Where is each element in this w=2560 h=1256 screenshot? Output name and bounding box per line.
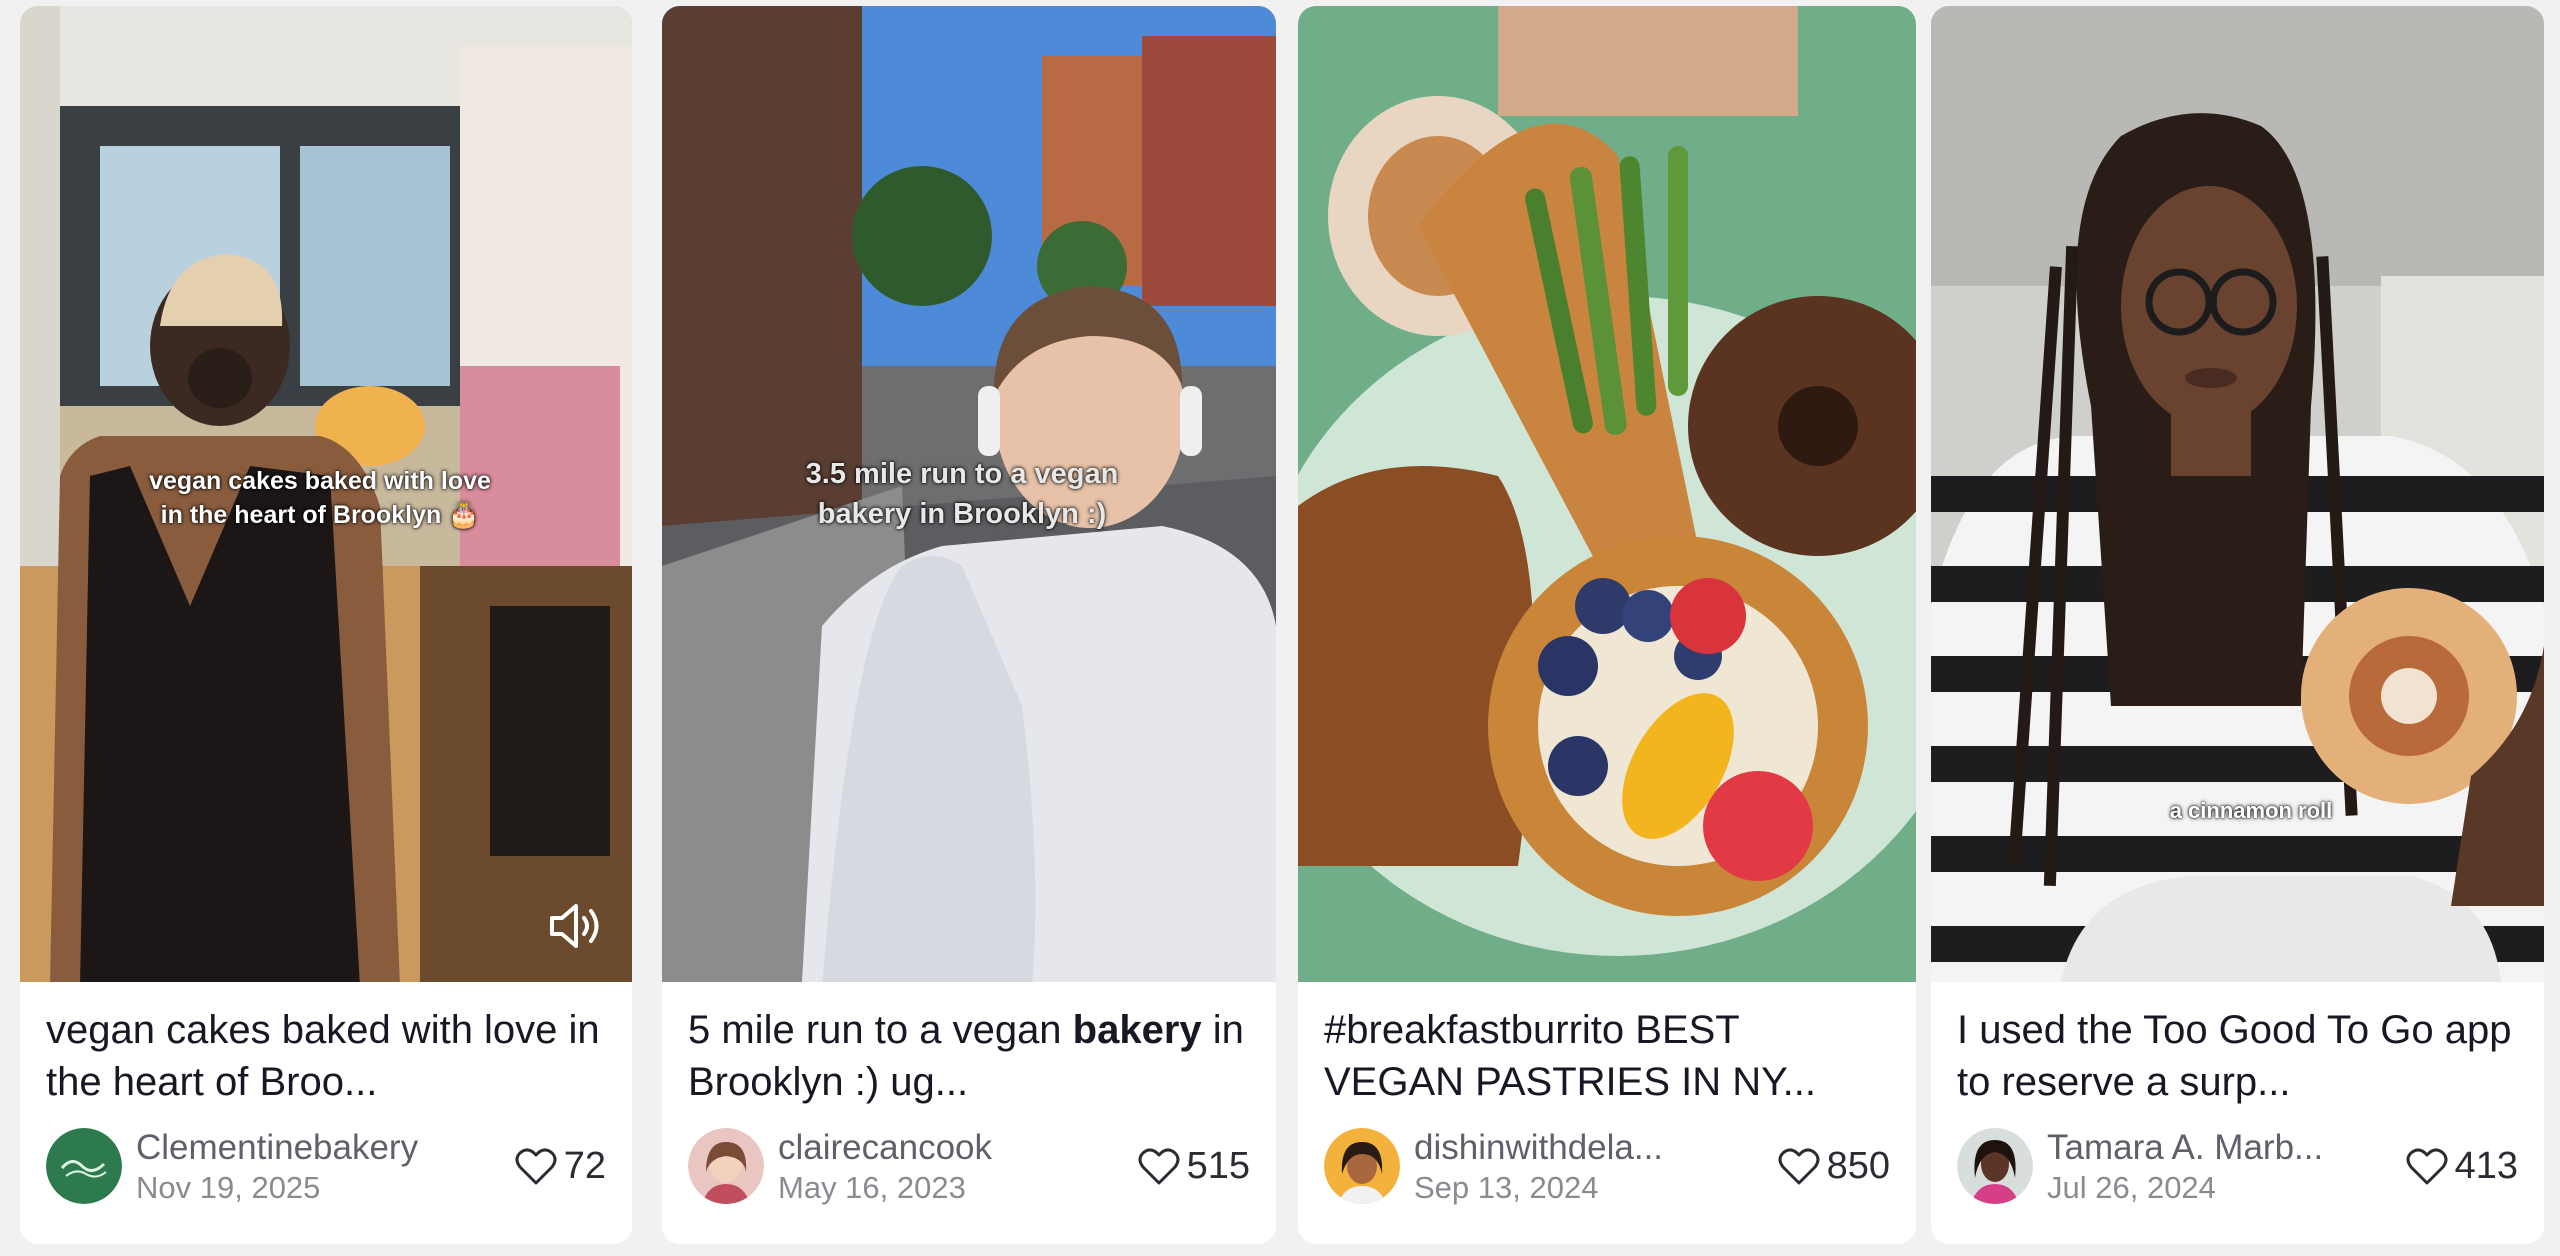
- like-count[interactable]: 72: [514, 1142, 606, 1190]
- like-count[interactable]: 413: [2405, 1142, 2518, 1190]
- caption-overlay: vegan cakes baked with love in the heart…: [149, 467, 491, 529]
- like-count[interactable]: 850: [1777, 1142, 1890, 1190]
- like-count-value: 850: [1826, 1144, 1890, 1187]
- heart-icon[interactable]: [2405, 1145, 2449, 1187]
- video-title[interactable]: 5 mile run to a vegan bakery in Brooklyn…: [688, 1004, 1250, 1108]
- video-thumbnail[interactable]: a cinnamon roll: [1931, 6, 2544, 982]
- video-thumbnail[interactable]: vegan cakes baked with love in the heart…: [20, 6, 632, 982]
- video-title[interactable]: #breakfastburrito BEST VEGAN PASTRIES IN…: [1324, 1004, 1890, 1108]
- like-count-value: 413: [2454, 1144, 2518, 1187]
- avatar[interactable]: [688, 1128, 764, 1204]
- video-title[interactable]: I used the Too Good To Go app to reserve…: [1957, 1004, 2518, 1108]
- video-thumbnail[interactable]: 3.5 mile run to a vegan bakery in Brookl…: [662, 6, 1276, 982]
- post-date: Nov 19, 2025: [136, 1170, 321, 1205]
- author-name[interactable]: Tamara A. Marb...: [2047, 1128, 2377, 1168]
- video-card[interactable]: #breakfastburrito BEST VEGAN PASTRIES IN…: [1298, 6, 1916, 1244]
- speaker-icon[interactable]: [546, 900, 606, 952]
- avatar[interactable]: [46, 1128, 122, 1204]
- video-card[interactable]: vegan cakes baked with love in the heart…: [20, 6, 632, 1244]
- like-count-value: 72: [563, 1144, 606, 1187]
- avatar[interactable]: [1957, 1128, 2033, 1204]
- author-name[interactable]: Clementinebakery: [136, 1128, 466, 1168]
- avatar[interactable]: [1324, 1128, 1400, 1204]
- heart-icon[interactable]: [1777, 1145, 1821, 1187]
- post-date: Jul 26, 2024: [2047, 1170, 2216, 1205]
- like-count[interactable]: 515: [1137, 1142, 1250, 1190]
- like-count-value: 515: [1186, 1144, 1250, 1187]
- heart-icon[interactable]: [514, 1145, 558, 1187]
- video-card[interactable]: 3.5 mile run to a vegan bakery in Brookl…: [662, 6, 1276, 1244]
- video-thumbnail[interactable]: [1298, 6, 1916, 982]
- author-name[interactable]: clairecancook: [778, 1128, 1108, 1168]
- video-card[interactable]: a cinnamon roll I used the Too Good To G…: [1931, 6, 2544, 1244]
- author-name[interactable]: dishinwithdela...: [1414, 1128, 1744, 1168]
- video-title[interactable]: vegan cakes baked with love in the heart…: [46, 1004, 606, 1108]
- video-results-grid: vegan cakes baked with love in the heart…: [0, 0, 2560, 1256]
- heart-icon[interactable]: [1137, 1145, 1181, 1187]
- post-date: Sep 13, 2024: [1414, 1170, 1599, 1205]
- caption-overlay: 3.5 mile run to a vegan bakery in Brookl…: [805, 458, 1119, 530]
- caption-overlay: a cinnamon roll: [2169, 798, 2333, 823]
- post-date: May 16, 2023: [778, 1170, 966, 1205]
